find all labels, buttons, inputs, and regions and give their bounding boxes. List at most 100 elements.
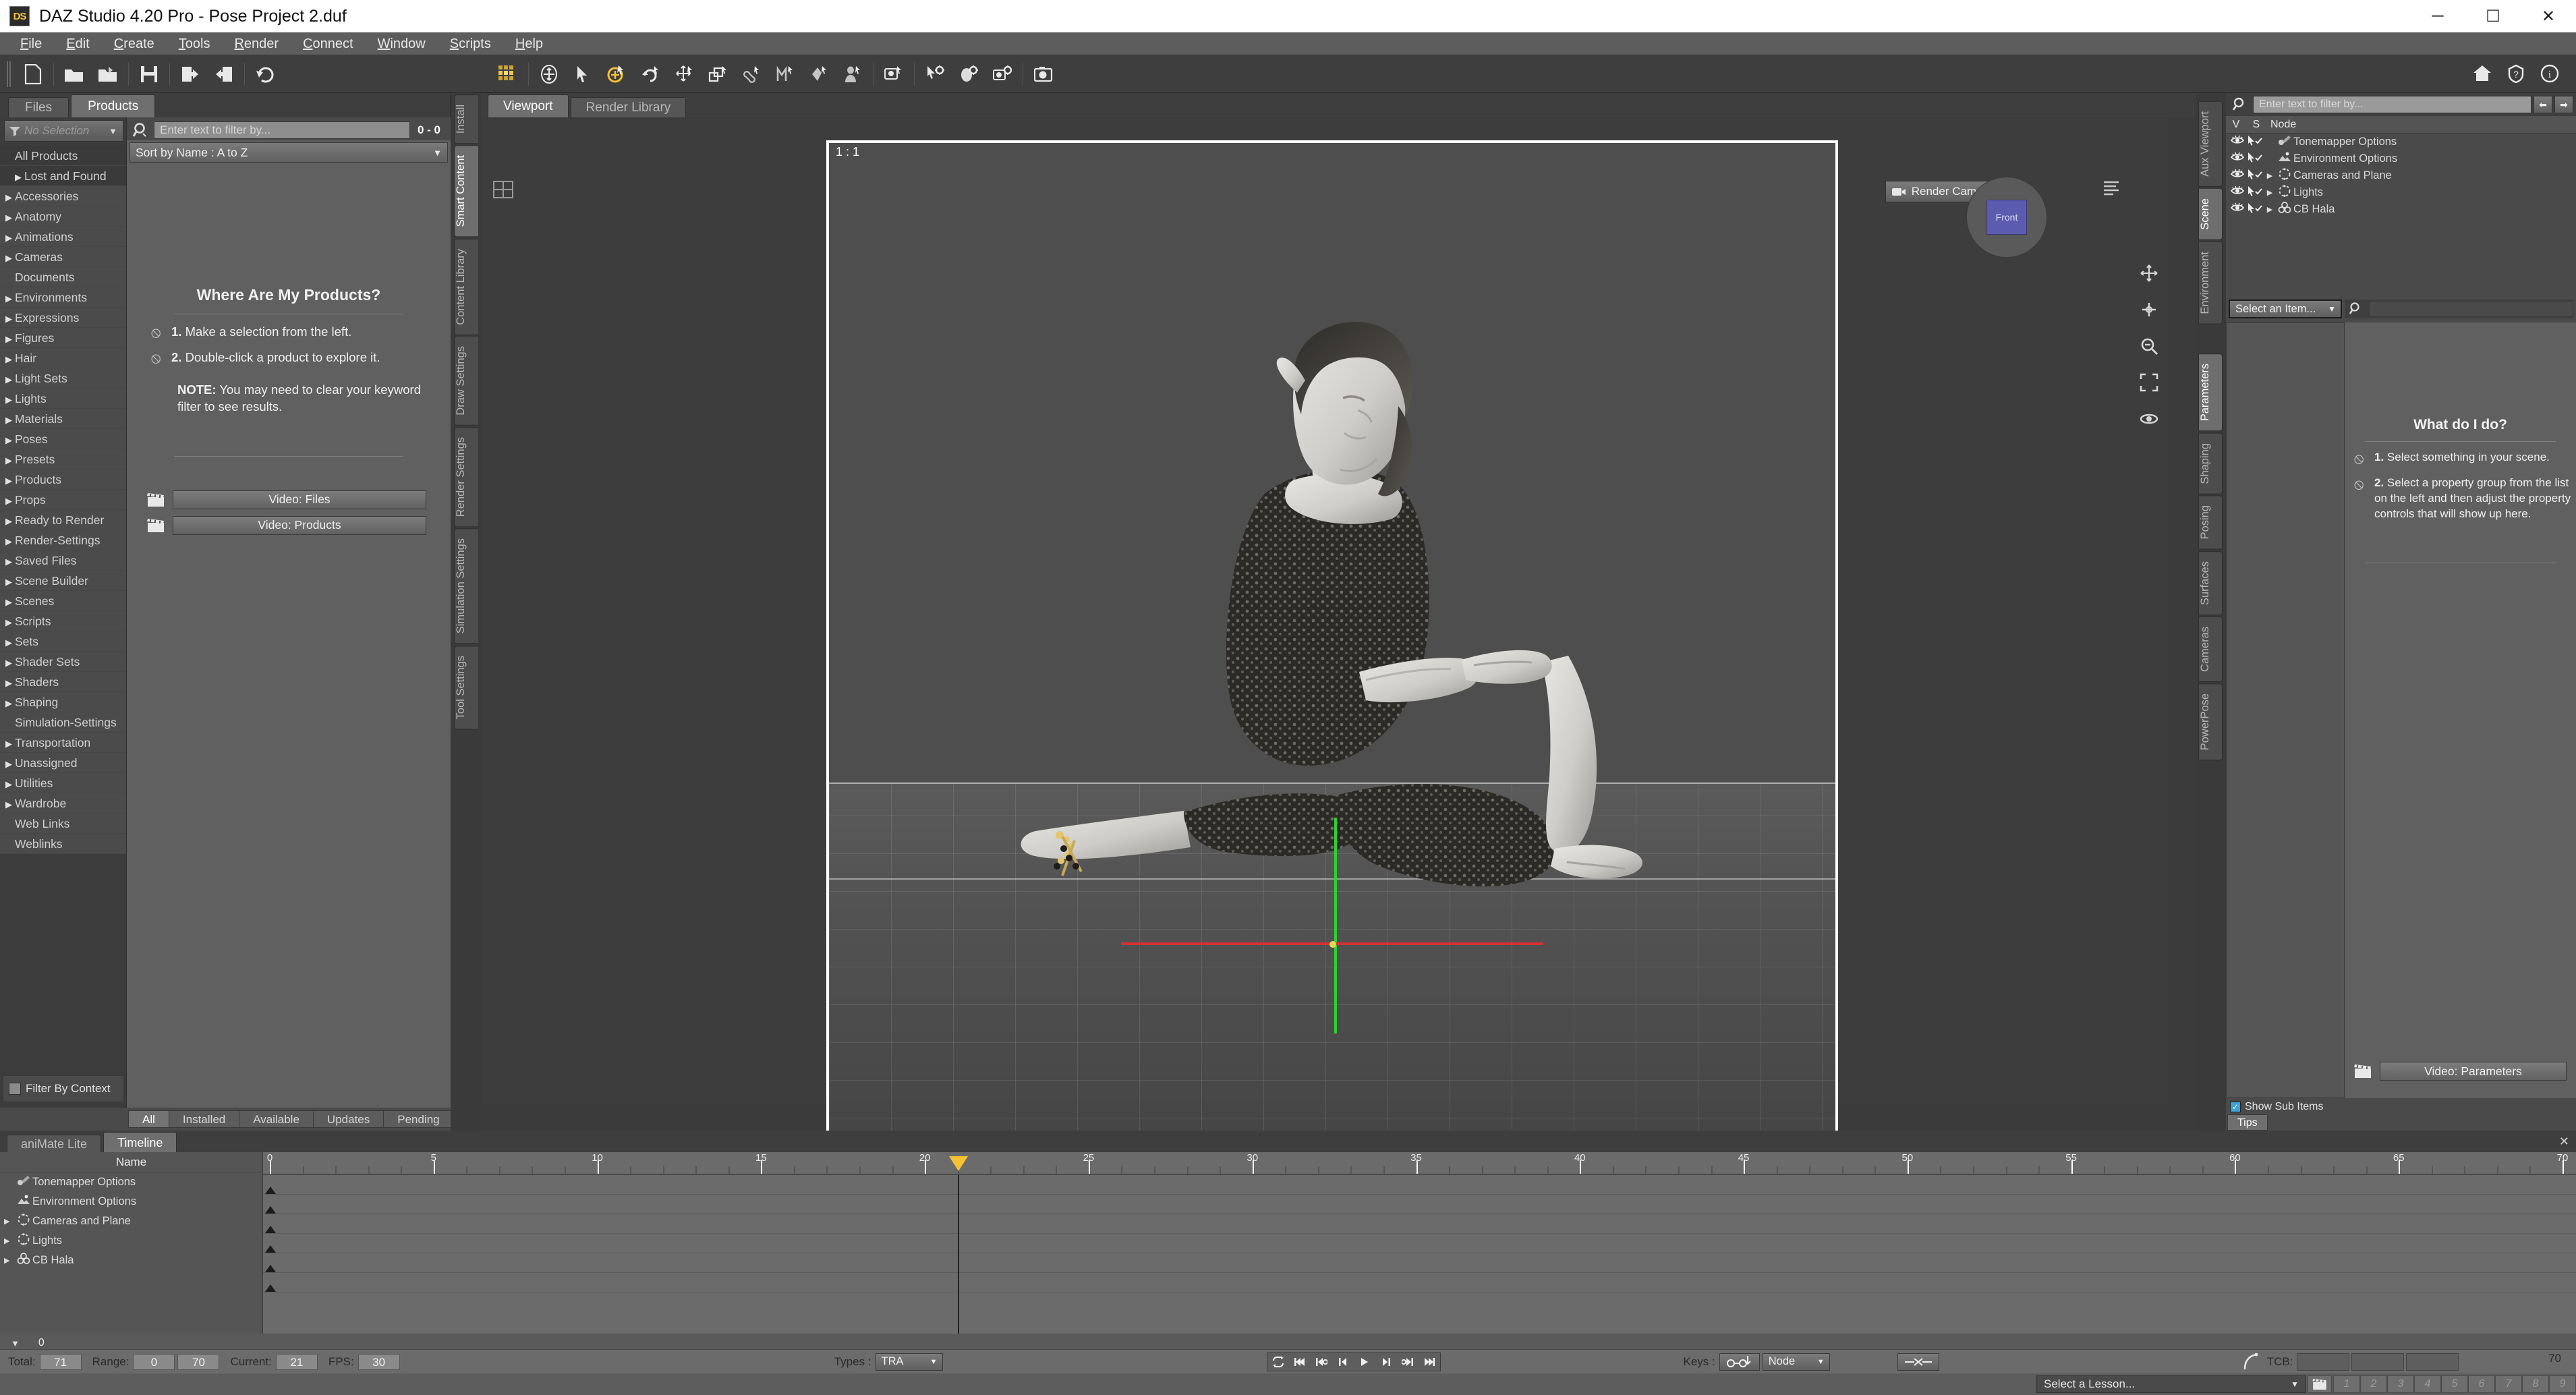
timeline-tab-timeline[interactable]: Timeline xyxy=(103,1132,177,1152)
lesson-number-8[interactable]: 8 xyxy=(2522,1375,2549,1393)
visibility-eye-icon[interactable] xyxy=(2229,152,2246,165)
menu-item-help[interactable]: Help xyxy=(503,32,555,55)
vtab-draw-settings[interactable]: Draw Settings xyxy=(454,336,478,426)
open-folder-icon[interactable] xyxy=(57,59,91,90)
expand-arrow-icon[interactable]: ▶ xyxy=(5,208,15,228)
expand-arrow-icon[interactable]: ▶ xyxy=(5,774,15,795)
pan-icon[interactable] xyxy=(2136,260,2162,286)
bone-edit-icon[interactable] xyxy=(735,59,768,90)
expand-arrow-icon[interactable]: ▶ xyxy=(5,390,15,410)
render-settings-icon[interactable] xyxy=(952,59,985,90)
expand-arrow-icon[interactable]: ▶ xyxy=(5,572,15,592)
expand-arrow-icon[interactable]: ▶ xyxy=(5,754,15,774)
keyframe-marker[interactable] xyxy=(265,1206,276,1214)
category-item[interactable]: Weblinks xyxy=(0,834,126,854)
expand-arrow-icon[interactable]: ▶ xyxy=(5,188,15,208)
tcb-field-2[interactable] xyxy=(2351,1353,2405,1371)
expand-arrow-icon[interactable]: ▶ xyxy=(5,248,15,268)
category-item[interactable]: ▶ Hair xyxy=(0,348,126,368)
visibility-eye-icon[interactable] xyxy=(2229,202,2246,216)
lesson-number-3[interactable]: 3 xyxy=(2387,1375,2414,1393)
morph-tool-icon[interactable] xyxy=(768,59,802,90)
lesson-number-2[interactable]: 2 xyxy=(2360,1375,2387,1393)
left-tab-products[interactable]: Products xyxy=(71,94,156,117)
vtab-scene[interactable]: Scene xyxy=(2198,188,2223,240)
category-item[interactable]: Simulation-Settings xyxy=(0,712,126,733)
universal-manipulator-icon[interactable] xyxy=(532,59,566,90)
viewport-layout-icon[interactable] xyxy=(493,181,516,201)
new-document-icon[interactable] xyxy=(16,59,50,90)
home-icon[interactable] xyxy=(2465,58,2499,89)
expand-arrow-icon[interactable]: ▶ xyxy=(5,613,15,633)
types-dropdown[interactable]: TRA ▼ xyxy=(875,1353,943,1371)
expand-arrow-icon[interactable]: ▶ xyxy=(5,693,15,714)
category-item[interactable]: ▶ Saved Files xyxy=(0,550,126,571)
expand-arrow-icon[interactable]: ▶ xyxy=(5,410,15,430)
category-item[interactable]: ▶ Lights xyxy=(0,389,126,409)
category-item[interactable]: ▶ Materials xyxy=(0,409,126,429)
export-icon[interactable] xyxy=(207,59,241,90)
posed-figure-model[interactable] xyxy=(961,278,1703,993)
selectable-arrow-icon[interactable] xyxy=(2246,169,2264,183)
minimize-button[interactable]: ─ xyxy=(2410,0,2465,32)
timeline-rows[interactable]: Tonemapper Options Environment Options ▶ Ca… xyxy=(0,1172,262,1270)
menu-item-connect[interactable]: Connect xyxy=(291,32,366,55)
vtab-powerpose[interactable]: PowerPose xyxy=(2198,683,2223,761)
menu-item-tools[interactable]: Tools xyxy=(167,32,223,55)
category-list[interactable]: All Products ▶ Lost and Found ▶ Accessories ▶… xyxy=(0,146,126,1070)
timeline-item-row[interactable]: Tonemapper Options xyxy=(0,1172,262,1192)
tcb-field-3[interactable] xyxy=(2406,1353,2459,1371)
menu-item-edit[interactable]: Edit xyxy=(54,32,101,55)
lesson-number-7[interactable]: 7 xyxy=(2495,1375,2522,1393)
menu-item-render[interactable]: Render xyxy=(222,32,291,55)
visibility-eye-icon[interactable] xyxy=(2229,169,2246,182)
key-tools-button[interactable] xyxy=(1719,1353,1760,1371)
keyframe-marker[interactable] xyxy=(265,1245,276,1253)
expand-arrow-icon[interactable]: ▶ xyxy=(5,511,15,532)
expand-arrow-icon[interactable]: ▶ xyxy=(5,653,15,673)
move-icon[interactable] xyxy=(2136,297,2162,322)
category-item[interactable]: ▶ Scripts xyxy=(0,611,126,631)
category-item[interactable]: ▶ Shader Sets xyxy=(0,652,126,672)
visibility-eye-icon[interactable] xyxy=(2229,186,2246,199)
timeline-track-area[interactable]: 0 5 10 15 20 25 30 35 40 45 50 55 60 65 70 xyxy=(263,1152,2576,1334)
vtab-environment[interactable]: Environment xyxy=(2198,241,2223,324)
vtab-smart-content[interactable]: Smart Content xyxy=(454,145,478,237)
render-icon[interactable] xyxy=(1027,59,1060,90)
prev-key-icon[interactable] xyxy=(1311,1353,1332,1371)
rotate-icon[interactable] xyxy=(633,59,667,90)
timeline-item-row[interactable]: ▶ CB Hala xyxy=(0,1251,262,1270)
vtab-content-library[interactable]: Content Library xyxy=(454,238,478,335)
category-item[interactable]: ▶ Poses xyxy=(0,429,126,449)
parameters-search-input[interactable] xyxy=(2369,301,2573,317)
view-orientation-cube[interactable]: Front xyxy=(1966,177,2047,258)
info-icon[interactable]: i xyxy=(2533,58,2567,89)
select-item-dropdown[interactable]: Select an Item... ▼ xyxy=(2229,300,2342,318)
first-frame-icon[interactable] xyxy=(1289,1353,1311,1371)
search-icon[interactable] xyxy=(130,121,154,140)
menu-item-scripts[interactable]: Scripts xyxy=(438,32,503,55)
expand-arrow-icon[interactable]: ▶ xyxy=(5,633,15,653)
category-item[interactable]: ▶ Anatomy xyxy=(0,206,126,227)
expand-arrow-icon[interactable]: ▶ xyxy=(5,673,15,693)
open-recent-icon[interactable] xyxy=(91,59,125,90)
vtab-simulation-settings[interactable]: Simulation Settings xyxy=(454,528,478,644)
spot-render-icon[interactable] xyxy=(877,59,911,90)
category-item[interactable]: Web Links xyxy=(0,814,126,834)
close-button[interactable]: ✕ xyxy=(2521,0,2576,32)
import-icon[interactable] xyxy=(173,59,207,90)
tcb-curve-icon[interactable] xyxy=(2243,1353,2259,1371)
show-sub-items-row[interactable]: ✓ Show Sub Items xyxy=(2230,1101,2324,1113)
zoom-icon[interactable] xyxy=(2136,333,2162,359)
category-item[interactable]: ▶ Figures xyxy=(0,328,126,348)
scene-node-row[interactable]: Environment Options xyxy=(2226,150,2576,167)
undo-icon[interactable] xyxy=(248,59,282,90)
next-frame-icon[interactable] xyxy=(1375,1353,1397,1371)
filter-by-context-row[interactable]: Filter By Context xyxy=(3,1075,124,1102)
vtab-aux-viewport[interactable]: Aux Viewport xyxy=(2198,101,2223,187)
category-item[interactable]: ▶ Render-Settings xyxy=(0,530,126,550)
next-key-icon[interactable] xyxy=(1397,1353,1419,1371)
lesson-number-5[interactable]: 5 xyxy=(2441,1375,2468,1393)
lesson-number-4[interactable]: 4 xyxy=(2414,1375,2441,1393)
selectable-arrow-icon[interactable] xyxy=(2246,202,2264,217)
